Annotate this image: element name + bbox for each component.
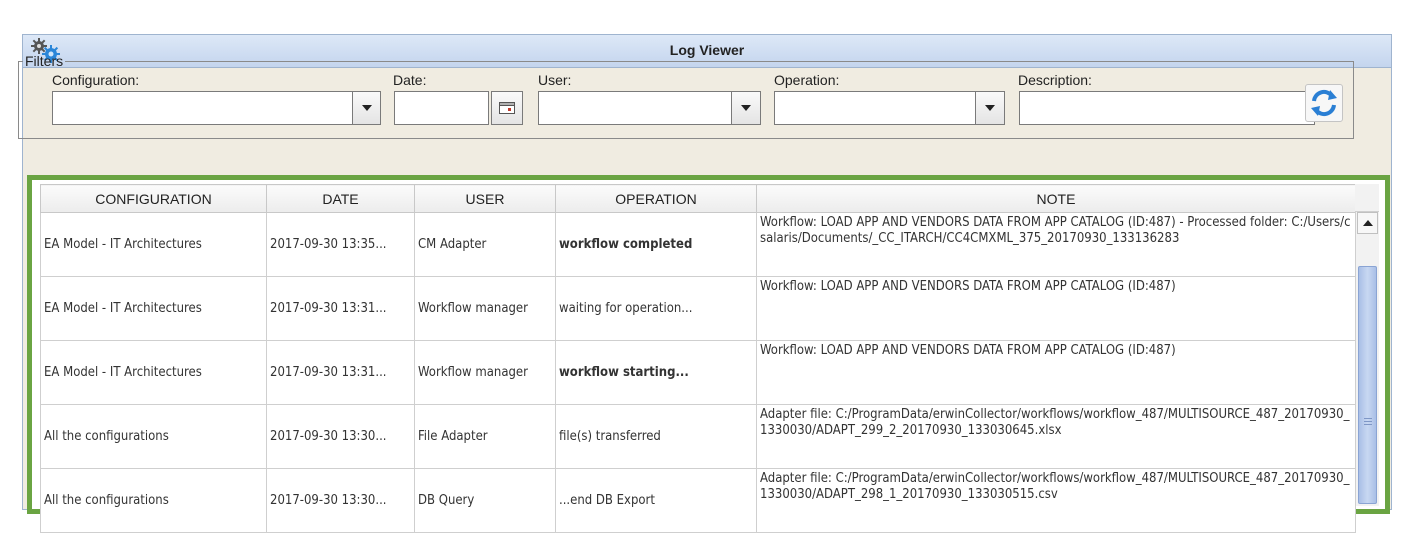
cell-date: 2017-09-30 13:31...: [266, 276, 415, 341]
table-row[interactable]: EA Model - IT Architectures 2017-09-30 1…: [40, 340, 1356, 405]
grip-line: [1364, 421, 1372, 422]
cell-configuration: EA Model - IT Architectures: [40, 276, 267, 341]
cell-user: File Adapter: [414, 404, 556, 469]
refresh-icon: [1311, 89, 1337, 117]
cell-note: Workflow: LOAD APP AND VENDORS DATA FROM…: [756, 212, 1356, 277]
description-label: Description:: [1018, 72, 1092, 88]
table-row[interactable]: EA Model - IT Architectures 2017-09-30 1…: [40, 212, 1356, 277]
date-picker-button[interactable]: [491, 91, 523, 125]
grip-line: [1364, 424, 1372, 425]
grip-line: [1364, 418, 1372, 419]
table-row[interactable]: EA Model - IT Architectures 2017-09-30 1…: [40, 276, 1356, 341]
column-header-note[interactable]: NOTE: [756, 184, 1356, 213]
chevron-down-icon: [985, 105, 995, 111]
table-header-row: CONFIGURATION DATE USER OPERATION NOTE: [40, 184, 1356, 213]
chevron-down-icon: [741, 105, 751, 111]
description-input[interactable]: [1020, 92, 1314, 124]
vertical-scrollbar[interactable]: [1355, 184, 1379, 506]
chevron-up-icon: [1362, 220, 1373, 226]
cell-date: 2017-09-30 13:31...: [266, 340, 415, 405]
cell-configuration: EA Model - IT Architectures: [40, 212, 267, 277]
cell-date: 2017-09-30 13:30...: [266, 404, 415, 469]
configuration-label: Configuration:: [52, 72, 140, 88]
cell-configuration: EA Model - IT Architectures: [40, 340, 267, 405]
operation-dropdown-button[interactable]: [975, 91, 1005, 125]
user-input[interactable]: [539, 92, 731, 124]
cell-operation: ...end DB Export: [555, 468, 757, 533]
operation-input[interactable]: [775, 92, 975, 124]
cell-operation: workflow starting...: [555, 340, 757, 405]
cell-configuration: All the configurations: [40, 468, 267, 533]
cell-user: DB Query: [414, 468, 556, 533]
column-header-configuration[interactable]: CONFIGURATION: [40, 184, 267, 213]
filters-legend: Filters: [25, 53, 64, 69]
column-header-date[interactable]: DATE: [266, 184, 415, 213]
cell-user: CM Adapter: [414, 212, 556, 277]
operation-combo[interactable]: [774, 91, 976, 125]
table-row[interactable]: All the configurations 2017-09-30 13:30.…: [40, 468, 1356, 533]
cell-operation: file(s) transferred: [555, 404, 757, 469]
cell-user: Workflow manager: [414, 276, 556, 341]
cell-operation: workflow completed: [555, 212, 757, 277]
cell-user: Workflow manager: [414, 340, 556, 405]
cell-date: 2017-09-30 13:30...: [266, 468, 415, 533]
cell-date: 2017-09-30 13:35...: [266, 212, 415, 277]
configuration-dropdown-button[interactable]: [352, 91, 381, 125]
user-label: User:: [538, 72, 572, 88]
chevron-down-icon: [361, 105, 372, 111]
description-field[interactable]: [1019, 91, 1315, 125]
cell-operation: waiting for operation...: [555, 276, 757, 341]
date-label: Date:: [393, 72, 427, 88]
date-input[interactable]: [395, 92, 488, 124]
log-table: CONFIGURATION DATE USER OPERATION NOTE E…: [40, 184, 1356, 533]
operation-label: Operation:: [774, 72, 840, 88]
column-header-operation[interactable]: OPERATION: [555, 184, 757, 213]
configuration-combo[interactable]: [52, 91, 353, 125]
refresh-button[interactable]: [1305, 84, 1343, 122]
scrollbar-thumb[interactable]: [1358, 266, 1377, 504]
user-combo[interactable]: [538, 91, 732, 125]
table-row[interactable]: All the configurations 2017-09-30 13:30.…: [40, 404, 1356, 469]
cell-note: Adapter file: C:/ProgramData/erwinCollec…: [756, 404, 1356, 469]
user-dropdown-button[interactable]: [731, 91, 761, 125]
calendar-icon: [499, 102, 515, 114]
date-field[interactable]: [394, 91, 489, 125]
scroll-up-button[interactable]: [1357, 212, 1378, 234]
configuration-input[interactable]: [53, 92, 352, 124]
cell-configuration: All the configurations: [40, 404, 267, 469]
header-corner: [1355, 184, 1379, 212]
column-header-user[interactable]: USER: [414, 184, 556, 213]
cell-note: Workflow: LOAD APP AND VENDORS DATA FROM…: [756, 340, 1356, 405]
cell-note: Workflow: LOAD APP AND VENDORS DATA FROM…: [756, 276, 1356, 341]
cell-note: Adapter file: C:/ProgramData/erwinCollec…: [756, 468, 1356, 533]
